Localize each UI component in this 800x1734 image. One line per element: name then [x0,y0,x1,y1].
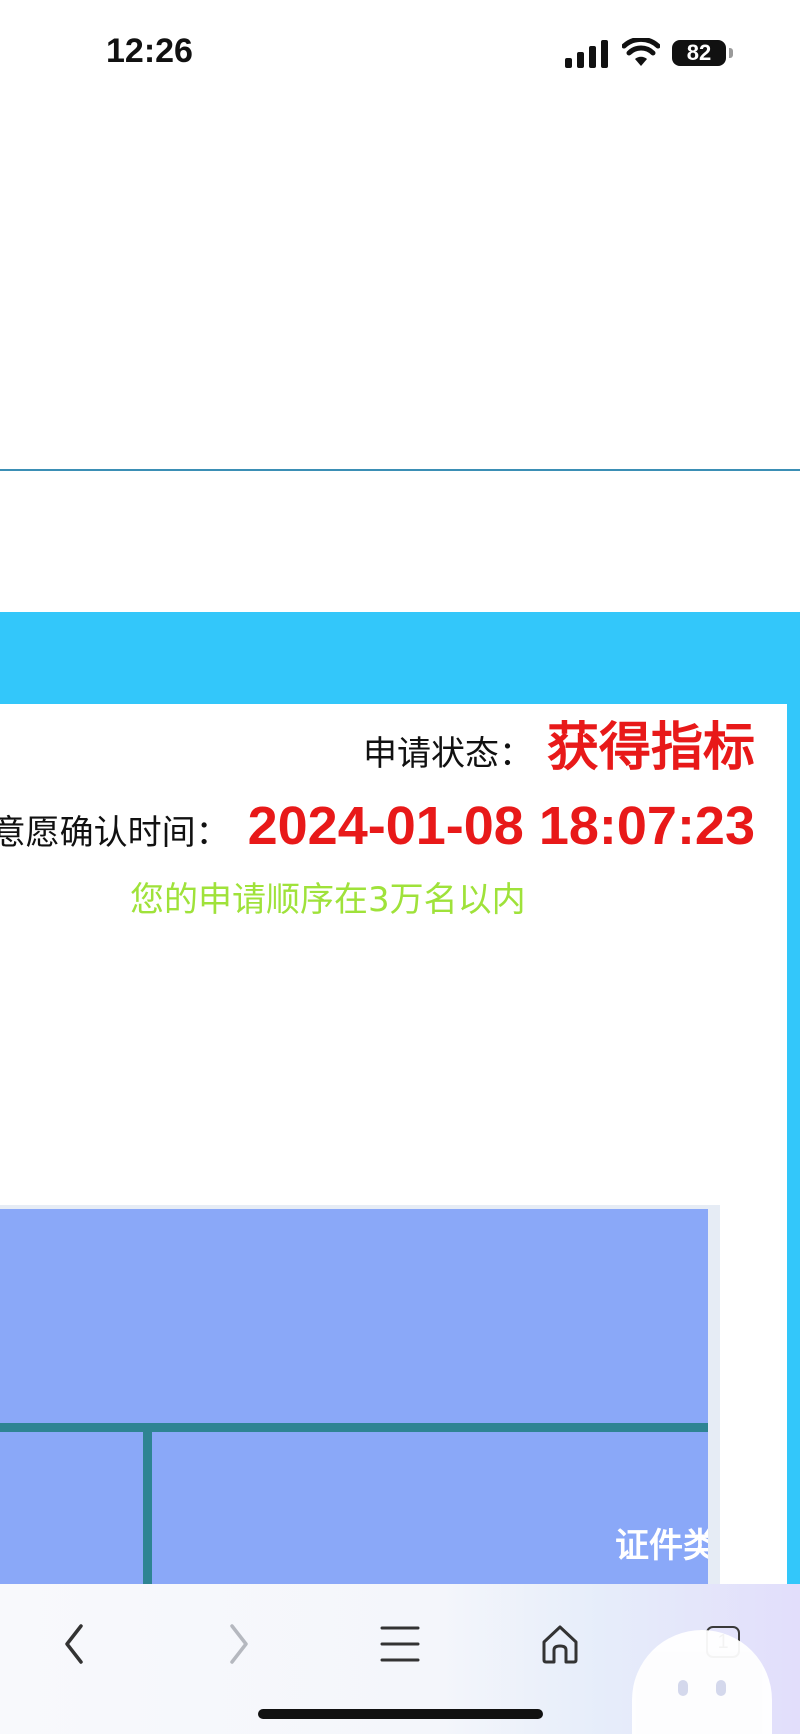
forward-button[interactable] [208,1614,268,1674]
header-divider [0,469,800,471]
back-button[interactable] [45,1614,105,1674]
status-bar: 12:26 82 [0,0,800,110]
panel-header-band [0,612,800,704]
info-table-header-cell [0,1209,708,1423]
menu-button[interactable] [370,1614,430,1674]
mascot-eye-right [716,1680,726,1696]
info-table-column-divider [143,1432,152,1592]
menu-icon [380,1626,420,1662]
info-table-cell-left [0,1432,143,1592]
confirm-time-label: 意愿确认时间： [0,813,230,853]
status-value: 获得指标 [546,718,755,778]
panel-frame-right [787,704,800,1584]
battery-icon: 82 [672,40,733,66]
info-table-cell-right: 证件类 [152,1432,708,1592]
confirm-time-row: 意愿确认时间： 2024-01-08 18:07:23 [0,795,755,865]
home-indicator[interactable] [258,1709,543,1719]
application-status-row: 申请状态： 获得指标 [362,705,755,778]
wifi-icon [622,38,660,66]
confirm-time-value: 2024-01-08 18:07:23 [247,796,755,856]
status-time: 12:26 [106,32,193,70]
home-button[interactable] [530,1614,590,1674]
status-label: 申请状态： [362,734,533,774]
info-table-row-divider [0,1423,708,1432]
back-icon [65,1624,83,1664]
id-type-label: 证件类 [615,1526,708,1566]
home-icon [542,1625,578,1664]
mascot-eye-left [678,1680,688,1696]
order-note: 您的申请顺序在3万名以内 [130,880,526,920]
page: 12:26 82 申请状态： 获得指标 意愿确认时间： 2024-01-08 1… [0,0,800,1734]
forward-icon [230,1624,248,1664]
signal-icon [565,40,608,68]
